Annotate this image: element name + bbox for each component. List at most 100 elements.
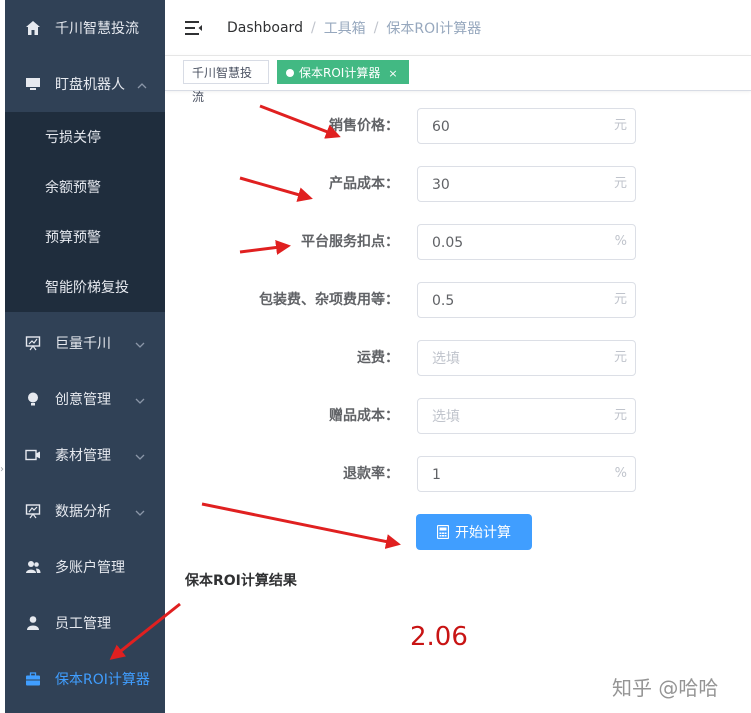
product-cost-input[interactable] <box>418 167 604 203</box>
sidebar-item-qianchuan-smart[interactable]: 千川智慧投流 <box>5 0 165 56</box>
sale-price-field[interactable]: 元 <box>417 108 636 145</box>
sidebar-item-label: 盯盘机器人 <box>55 77 125 93</box>
sidebar-item-label: 数据分析 <box>55 504 111 520</box>
presentation-icon <box>25 335 41 351</box>
gift-cost-field[interactable]: 元 <box>417 398 636 435</box>
platform-fee-field[interactable]: % <box>417 224 636 261</box>
sidebar-item-staff-mgmt[interactable]: 员工管理 <box>5 595 165 651</box>
chart-board-icon <box>25 503 41 519</box>
sidebar-item-label: 素材管理 <box>55 448 111 464</box>
unit-suffix: 元 <box>613 292 627 307</box>
video-icon <box>25 447 41 463</box>
shipping-field[interactable]: 元 <box>417 340 636 377</box>
tag-label: 千川智慧投流 <box>192 66 253 104</box>
button-label: 开始计算 <box>455 525 511 541</box>
form-label: 运费： <box>357 350 399 366</box>
sidebar-item-label: 巨量千川 <box>55 336 111 352</box>
start-calculate-button[interactable]: 开始计算 <box>416 514 532 550</box>
form-label: 产品成本： <box>329 176 399 192</box>
chevron-down-icon <box>135 394 145 404</box>
unit-suffix: 元 <box>613 118 627 133</box>
packaging-fee-input[interactable] <box>418 283 604 319</box>
breadcrumb: Dashboard / 工具箱 / 保本ROI计算器 <box>227 18 481 38</box>
sidebar-item-label: 员工管理 <box>55 616 111 632</box>
sidebar-item-material-mgmt[interactable]: 素材管理 <box>5 427 165 483</box>
unit-suffix: % <box>614 466 627 481</box>
breadcrumb-item: 工具箱 <box>323 20 366 37</box>
sidebar-subitem-loss-stop[interactable]: 亏损关停 <box>5 112 165 162</box>
form-row-product-cost: 产品成本： 元 <box>166 166 751 203</box>
sidebar: 千川智慧投流 盯盘机器人 亏损关停 余额预警 预算预警 智能阶梯复投 巨量千川 <box>5 0 165 713</box>
form-label: 赠品成本： <box>329 408 399 424</box>
form-label: 包装费、杂项费用等： <box>259 292 399 308</box>
monitor-icon <box>25 76 41 92</box>
sidebar-subitem-label: 预算预警 <box>45 230 101 246</box>
chevron-down-icon <box>135 450 145 460</box>
form-label: 销售价格： <box>329 118 399 134</box>
sidebar-item-juliang-qianchuan[interactable]: 巨量千川 <box>5 315 165 371</box>
sidebar-item-label: 多账户管理 <box>55 560 125 576</box>
result-value: 2.06 <box>410 622 468 652</box>
sidebar-item-multi-account[interactable]: 多账户管理 <box>5 539 165 595</box>
briefcase-icon <box>25 671 41 687</box>
chevron-down-icon <box>135 506 145 516</box>
collapse-handle-icon: › <box>0 464 4 475</box>
tag-label: 保本ROI计算器 <box>299 66 381 80</box>
unit-suffix: 元 <box>613 408 627 423</box>
form-row-packaging-fee: 包装费、杂项费用等： 元 <box>166 282 751 319</box>
result-title: 保本ROI计算结果 <box>185 573 297 589</box>
sidebar-item-label: 千川智慧投流 <box>55 21 139 37</box>
unit-suffix: 元 <box>613 350 627 365</box>
tag-roi-calculator[interactable]: 保本ROI计算器 × <box>277 60 409 84</box>
shipping-input[interactable] <box>418 341 604 377</box>
form-row-platform-fee: 平台服务扣点： % <box>166 224 751 261</box>
refund-rate-field[interactable]: % <box>417 456 636 493</box>
active-dot-icon <box>286 69 294 77</box>
sidebar-subitem-label: 余额预警 <box>45 180 101 196</box>
tag-qianchuan-smart[interactable]: 千川智慧投流 <box>183 60 269 104</box>
unit-suffix: 元 <box>613 176 627 191</box>
sidebar-item-data-analysis[interactable]: 数据分析 <box>5 483 165 539</box>
close-icon[interactable]: × <box>388 67 397 80</box>
platform-fee-input[interactable] <box>418 225 604 261</box>
sidebar-item-monitor-robot[interactable]: 盯盘机器人 <box>5 56 165 112</box>
user-icon <box>25 615 41 631</box>
users-icon <box>25 559 41 575</box>
breadcrumb-separator: / <box>310 19 316 36</box>
menu-fold-icon[interactable] <box>185 20 203 36</box>
sidebar-subitem-budget-alert[interactable]: 预算预警 <box>5 212 165 262</box>
form-row-sale-price: 销售价格： 元 <box>166 108 751 145</box>
arrow-icon <box>201 502 401 549</box>
home-icon <box>25 20 41 36</box>
sidebar-item-creative-mgmt[interactable]: 创意管理 <box>5 371 165 427</box>
sidebar-subitem-smart-rebid[interactable]: 智能阶梯复投 <box>5 262 165 312</box>
chevron-down-icon <box>135 338 145 348</box>
sidebar-subitem-balance-alert[interactable]: 余额预警 <box>5 162 165 212</box>
form-label: 平台服务扣点： <box>301 234 399 250</box>
sidebar-subitem-label: 智能阶梯复投 <box>45 280 129 296</box>
sidebar-item-label: 创意管理 <box>55 392 111 408</box>
top-navbar: Dashboard / 工具箱 / 保本ROI计算器 <box>165 0 751 55</box>
chevron-up-icon <box>137 79 147 89</box>
watermark: 知乎 @哈哈 <box>612 676 719 700</box>
form-row-gift-cost: 赠品成本： 元 <box>166 398 751 435</box>
tags-view: 千川智慧投流 保本ROI计算器 × <box>165 55 751 104</box>
breadcrumb-item[interactable]: Dashboard <box>227 20 303 36</box>
product-cost-field[interactable]: 元 <box>417 166 636 203</box>
gift-cost-input[interactable] <box>418 399 604 435</box>
sidebar-item-label: 保本ROI计算器 <box>55 672 150 688</box>
sidebar-item-roi-calculator[interactable]: 保本ROI计算器 <box>5 651 165 707</box>
unit-suffix: % <box>614 234 627 249</box>
sidebar-subitem-label: 亏损关停 <box>45 130 101 146</box>
submenu-monitor-robot: 亏损关停 余额预警 预算预警 智能阶梯复投 <box>5 112 165 312</box>
refund-rate-input[interactable] <box>418 457 604 493</box>
form-label: 退款率： <box>343 466 399 482</box>
form-row-shipping: 运费： 元 <box>166 340 751 377</box>
breadcrumb-separator: / <box>373 19 379 36</box>
form-row-refund-rate: 退款率： % <box>166 456 751 493</box>
calculator-icon <box>436 524 450 540</box>
bulb-icon <box>25 391 41 407</box>
sale-price-input[interactable] <box>418 109 604 145</box>
breadcrumb-item: 保本ROI计算器 <box>386 20 482 37</box>
packaging-fee-field[interactable]: 元 <box>417 282 636 319</box>
